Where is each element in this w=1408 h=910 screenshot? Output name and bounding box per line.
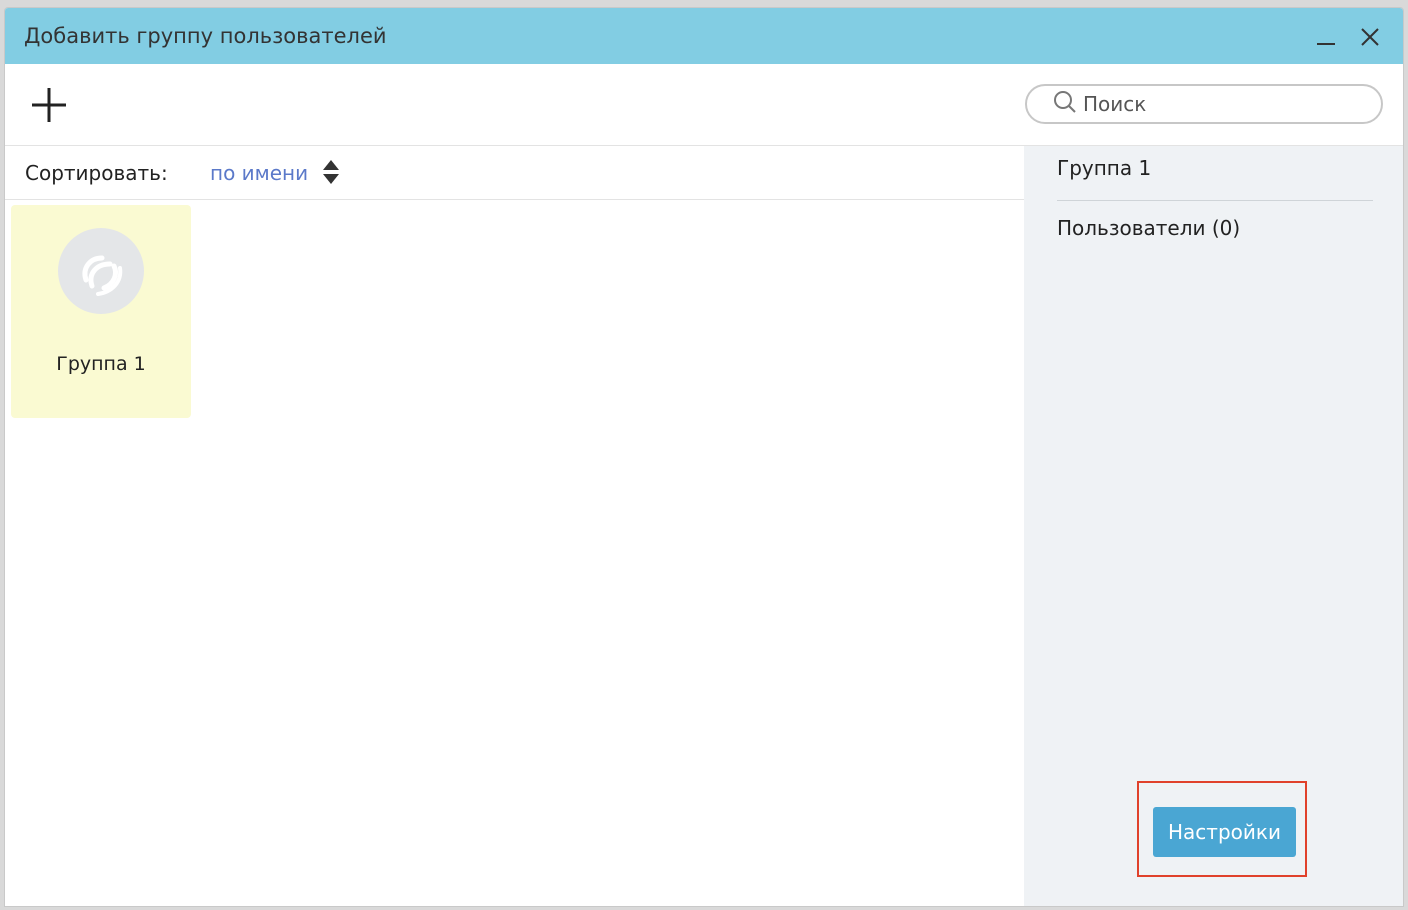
window-title: Добавить группу пользователей — [24, 24, 387, 48]
close-icon[interactable] — [1355, 22, 1385, 52]
search-icon — [1053, 90, 1077, 118]
settings-button[interactable]: Настройки — [1153, 807, 1296, 857]
sort-arrows-icon[interactable] — [322, 158, 340, 190]
details-group-name: Группа 1 — [1057, 156, 1152, 180]
title-bar[interactable]: Добавить группу пользователей — [5, 8, 1403, 64]
search-box[interactable] — [1025, 84, 1383, 124]
group-card-label: Группа 1 — [56, 353, 146, 375]
add-user-group-window: Добавить группу пользователей Сортироват… — [4, 7, 1404, 907]
search-input[interactable] — [1081, 91, 1365, 117]
group-card[interactable]: Группа 1 — [11, 205, 191, 418]
sort-label: Сортировать: — [25, 161, 168, 185]
plus-icon[interactable] — [29, 85, 69, 125]
sort-by-name-link[interactable]: по имени — [210, 161, 308, 185]
divider — [1057, 200, 1373, 201]
group-details-panel: Группа 1 Пользователи (0) Настройки — [1024, 146, 1403, 906]
minimize-icon[interactable] — [1311, 22, 1341, 52]
users-count-link[interactable]: Пользователи (0) — [1057, 216, 1240, 240]
sort-bar: Сортировать: по имени — [5, 146, 1024, 200]
groups-list-panel: Сортировать: по имени Группа 1 — [5, 146, 1024, 906]
group-logo-icon — [58, 228, 144, 314]
toolbar — [5, 64, 1403, 146]
